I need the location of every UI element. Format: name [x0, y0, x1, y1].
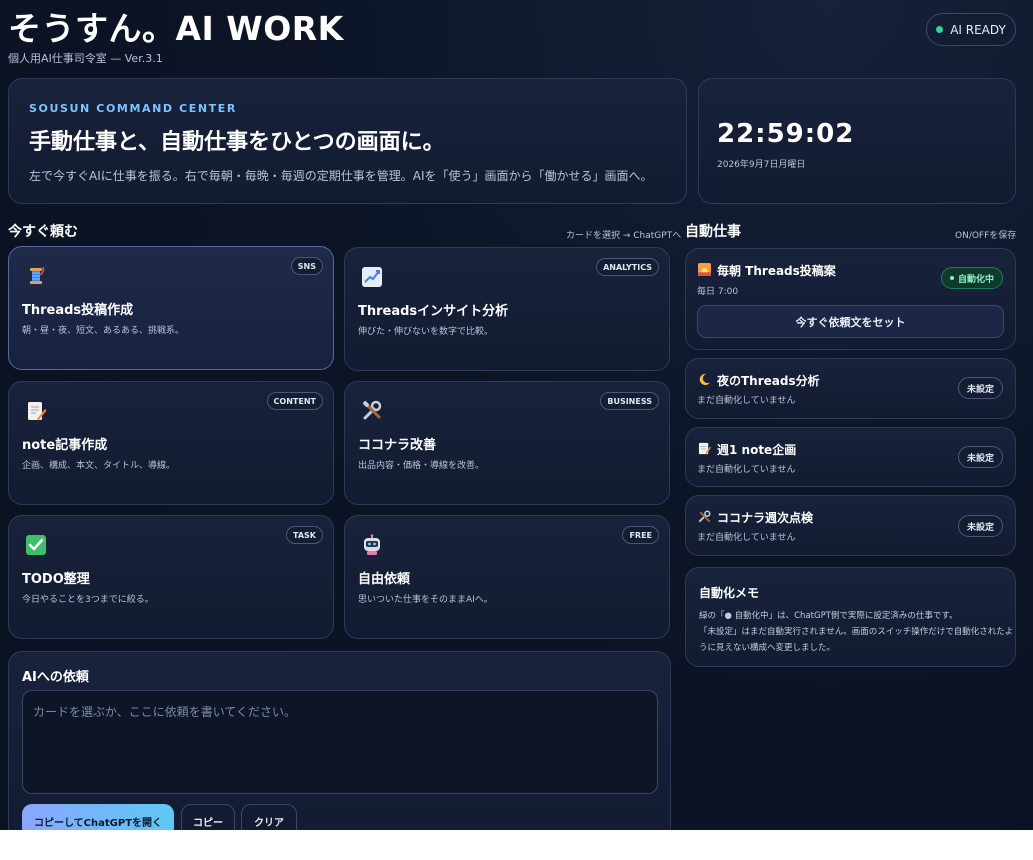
- tools-icon: [362, 400, 382, 420]
- thread-spool-icon: [30, 266, 45, 284]
- memo-line: うに見えない構成へ変更しました。: [699, 643, 836, 653]
- ai-ready-badge: AI READY: [926, 13, 1016, 46]
- status-dot-icon: [936, 26, 944, 33]
- job-status-description: まだ自動化していません: [697, 396, 796, 406]
- task-card-todo[interactable]: TASK TODO整理 今日やることを3つまでに絞る。: [8, 515, 334, 639]
- auto-job-coconala-weekly: ココナラ週次点検 まだ自動化していません 未設定: [685, 495, 1016, 556]
- memo-icon: [28, 402, 47, 421]
- auto-job-weekly-note: 週1 note企画 まだ自動化していません 未設定: [685, 427, 1016, 487]
- sunrise-icon: [698, 263, 711, 276]
- job-title: 夜のThreads分析: [717, 374, 820, 388]
- tools-icon: [698, 510, 711, 523]
- copy-button[interactable]: コピー: [181, 804, 235, 830]
- hero-title: 手動仕事と、自動仕事をひとつの画面に。: [29, 130, 445, 155]
- request-panel: AIへの依頼 コピーしてChatGPTを開く コピー クリア: [8, 651, 671, 830]
- clock-date: 2026年9月7日月曜日: [717, 160, 806, 170]
- hero-kicker: SOUSUN COMMAND CENTER: [29, 102, 237, 115]
- memo-line: 「未設定」はまだ自動実行されません。画面のスイッチ操作だけで自動化されたよ: [699, 627, 1014, 637]
- card-tag: FREE: [622, 526, 659, 544]
- automation-memo-panel: 自動化メモ 緑の「● 自動化中」は、ChatGPT側で実際に設定済みの仕事です。…: [685, 567, 1016, 667]
- task-card-threads-insight[interactable]: ANALYTICS Threadsインサイト分析 伸びた・伸びないを数字で比較。: [344, 247, 670, 371]
- status-pill-unset[interactable]: 未設定: [957, 515, 1003, 537]
- card-title: note記事作成: [22, 438, 108, 453]
- ai-ready-label: AI READY: [950, 22, 1006, 37]
- page-bottom-strip: [0, 830, 1033, 860]
- card-description: 出品内容・価格・導線を改善。: [358, 461, 485, 471]
- manual-section-title: 今すぐ頼む: [8, 224, 78, 240]
- clear-button[interactable]: クリア: [241, 804, 297, 830]
- job-status-description: まだ自動化していません: [697, 533, 796, 543]
- card-tag: ANALYTICS: [596, 258, 659, 276]
- card-description: 朝・昼・夜、短文、あるある、挑戦系。: [22, 326, 185, 336]
- task-card-coconala[interactable]: BUSINESS ココナラ改善 出品内容・価格・導線を改善。: [344, 381, 670, 505]
- card-tag: BUSINESS: [600, 392, 659, 410]
- request-textarea[interactable]: [22, 690, 658, 794]
- check-mark-icon: [26, 535, 46, 555]
- card-title: ココナラ改善: [358, 438, 437, 453]
- hero-panel: SOUSUN COMMAND CENTER 手動仕事と、自動仕事をひとつの画面に…: [8, 78, 687, 204]
- task-card-threads-post[interactable]: SNS Threads投稿作成 朝・昼・夜、短文、あるある、挑戦系。: [8, 246, 334, 370]
- auto-section-hint: ON/OFFを保存: [955, 231, 1017, 241]
- clock-panel: 22:59:02 2026年9月7日月曜日: [698, 78, 1016, 204]
- auto-job-morning-threads: 毎朝 Threads投稿案 毎日 7:00 自動化中 今すぐ依頼文をセット: [685, 248, 1016, 350]
- card-tag: CONTENT: [266, 392, 323, 410]
- memo-icon: [698, 442, 711, 455]
- job-title: 毎朝 Threads投稿案: [717, 264, 836, 278]
- memo-line: 緑の「● 自動化中」は、ChatGPT側で実際に設定済みの仕事です。: [699, 611, 958, 621]
- request-title: AIへの依頼: [22, 670, 89, 685]
- card-description: 伸びた・伸びないを数字で比較。: [358, 327, 494, 337]
- hero-description: 左で今すぐAIに仕事を振る。右で毎朝・毎晩・毎週の定期仕事を管理。AIを「使う」…: [29, 169, 653, 183]
- card-description: 企画、構成、本文、タイトル、導線。: [22, 461, 176, 471]
- copy-and-open-chatgpt-button[interactable]: コピーしてChatGPTを開く: [22, 804, 174, 830]
- card-title: TODO整理: [22, 572, 90, 587]
- job-title: ココナラ週次点検: [717, 511, 814, 525]
- manual-section-hint: カードを選択 → ChatGPTへ: [566, 231, 682, 241]
- job-status-description: まだ自動化していません: [697, 465, 796, 475]
- card-tag: SNS: [290, 257, 323, 275]
- crescent-moon-icon: [699, 373, 711, 385]
- task-card-free-request[interactable]: FREE 自由依頼 思いついた仕事をそのままAIへ。: [344, 515, 670, 639]
- app-viewport: そうすん。AI WORK 個人用AI仕事司令室 — Ver.3.1 AI REA…: [0, 0, 1033, 830]
- clock-time: 22:59:02: [717, 119, 855, 149]
- chart-increasing-icon: [362, 267, 382, 287]
- status-pill-active[interactable]: 自動化中: [940, 267, 1003, 289]
- job-schedule: 毎日 7:00: [697, 287, 739, 297]
- set-request-now-button[interactable]: 今すぐ依頼文をセット: [697, 305, 1004, 338]
- card-title: Threads投稿作成: [22, 303, 134, 318]
- card-description: 今日やることを3つまでに絞る。: [22, 595, 154, 605]
- auto-job-night-threads: 夜のThreads分析 まだ自動化していません 未設定: [685, 358, 1016, 419]
- status-pill-unset[interactable]: 未設定: [957, 446, 1003, 468]
- auto-section-title: 自動仕事: [685, 224, 741, 240]
- card-description: 思いついた仕事をそのままAIへ。: [358, 595, 493, 605]
- memo-title: 自動化メモ: [699, 586, 760, 600]
- status-label: 自動化中: [957, 274, 994, 285]
- card-title: Threadsインサイト分析: [358, 304, 509, 319]
- card-tag: TASK: [286, 526, 323, 544]
- app-subtitle: 個人用AI仕事司令室 — Ver.3.1: [8, 52, 163, 65]
- card-title: 自由依頼: [358, 572, 411, 587]
- active-dot-icon: [949, 276, 954, 280]
- task-card-note-article[interactable]: CONTENT note記事作成 企画、構成、本文、タイトル、導線。: [8, 381, 334, 505]
- app-title: そうすん。AI WORK: [8, 9, 344, 48]
- status-pill-unset[interactable]: 未設定: [957, 377, 1003, 399]
- job-title: 週1 note企画: [717, 443, 797, 457]
- robot-icon: [364, 534, 380, 555]
